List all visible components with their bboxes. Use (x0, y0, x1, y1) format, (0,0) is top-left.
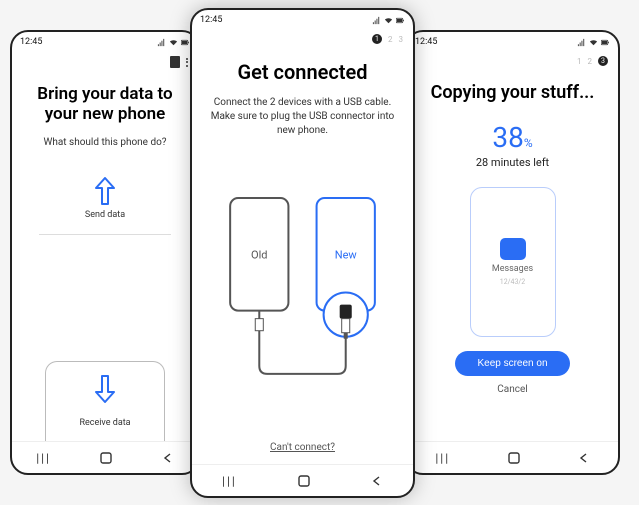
battery-icon (181, 38, 190, 47)
page-title: Get connected (237, 60, 367, 84)
transfer-item-count: 12/43/2 (500, 278, 525, 286)
divider (39, 234, 172, 235)
old-label: Old (251, 248, 268, 261)
nav-recents[interactable]: ||| (435, 451, 450, 465)
phone-mockup-left: 12:45 Bring your data to your new phone … (10, 30, 200, 475)
receive-data-option[interactable]: Receive data (45, 361, 165, 441)
nav-home[interactable] (507, 451, 521, 465)
phone-mockup-center: 12:45 1 2 3 Get connected Connect the 2 … (190, 8, 415, 498)
nav-back[interactable] (162, 452, 174, 464)
transfer-item-preview: Messages 12/43/2 (470, 187, 556, 337)
phone-mockup-right: 12:45 1 2 3 Copying your stuff... 38% 28… (405, 30, 620, 475)
nav-home[interactable] (297, 474, 311, 488)
battery-icon (601, 38, 610, 47)
step-3: 3 (399, 35, 404, 44)
signal-icon (372, 16, 381, 25)
nav-back[interactable] (371, 475, 383, 487)
step-2: 2 (588, 57, 593, 66)
arrow-up-icon (92, 176, 118, 206)
wifi-icon (384, 16, 393, 25)
nav-bar: ||| (12, 441, 198, 473)
signal-icon (577, 38, 586, 47)
status-time: 12:45 (20, 37, 42, 47)
arrow-down-icon (92, 374, 118, 404)
signal-icon (157, 38, 166, 47)
keep-screen-on-button[interactable]: Keep screen on (455, 351, 569, 376)
time-remaining: 28 minutes left (476, 156, 549, 169)
step-current: 3 (598, 56, 608, 66)
nav-bar: ||| (407, 441, 618, 473)
page-title: Copying your stuff... (431, 82, 595, 103)
status-bar: 12:45 (12, 32, 198, 52)
new-label: New (335, 248, 358, 261)
top-row (12, 52, 198, 72)
receive-label: Receive data (79, 418, 130, 428)
status-time: 12:45 (415, 37, 437, 47)
sim-icon (170, 56, 180, 68)
messages-icon (500, 238, 526, 260)
connection-diagram: Old New (202, 156, 403, 425)
step-current: 1 (372, 34, 382, 44)
nav-recents[interactable]: ||| (36, 451, 51, 465)
step-indicator: 1 2 3 (192, 30, 413, 48)
send-label: Send data (85, 210, 125, 220)
status-bar: 12:45 (407, 32, 618, 52)
wifi-icon (169, 38, 178, 47)
wifi-icon (589, 38, 598, 47)
page-title: Bring your data to your new phone (37, 84, 172, 125)
page-subtitle: What should this phone do? (43, 137, 166, 148)
progress-percent: 38% (492, 121, 532, 154)
nav-home[interactable] (99, 451, 113, 465)
battery-icon (396, 16, 405, 25)
cancel-link[interactable]: Cancel (497, 384, 527, 395)
nav-back[interactable] (578, 452, 590, 464)
nav-recents[interactable]: ||| (222, 474, 237, 488)
status-icons (372, 16, 405, 25)
more-icon[interactable] (186, 58, 188, 67)
status-icons (157, 38, 190, 47)
page-description: Connect the 2 devices with a USB cable. … (202, 96, 403, 138)
status-icons (577, 38, 610, 47)
step-2: 2 (388, 35, 393, 44)
status-time: 12:45 (200, 15, 222, 25)
step-1: 1 (577, 57, 582, 66)
status-bar: 12:45 (192, 10, 413, 30)
send-data-option[interactable]: Send data (85, 176, 125, 220)
nav-bar: ||| (192, 464, 413, 496)
transfer-item-label: Messages (492, 264, 533, 274)
step-indicator: 1 2 3 (407, 52, 618, 70)
cant-connect-link[interactable]: Can't connect? (270, 442, 335, 453)
